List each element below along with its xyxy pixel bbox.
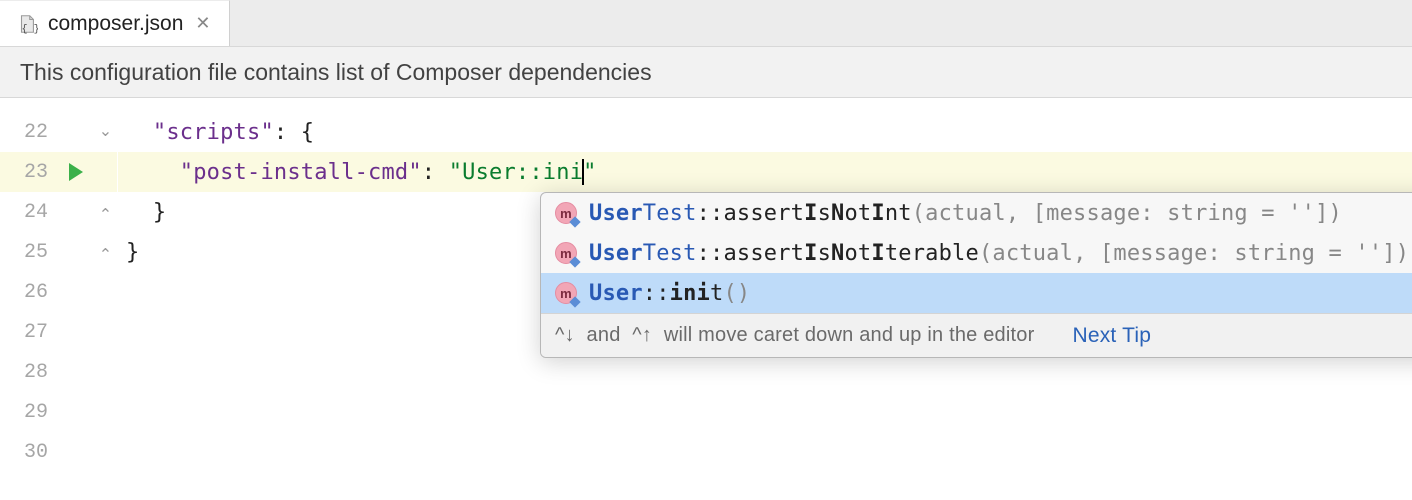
- key-hint: ^↓: [555, 324, 575, 347]
- line-number-partial: 21: [0, 98, 58, 112]
- editor-tab-bar: { } composer.json ✕: [0, 0, 1412, 46]
- line-number: 23: [0, 152, 58, 192]
- svg-text:{ }: { }: [22, 23, 39, 35]
- tab-label: composer.json: [48, 12, 183, 36]
- completion-item[interactable]: m UserTest::assertIsNotIterable(actual, […: [541, 233, 1412, 273]
- fold-end-icon[interactable]: ⌄: [94, 192, 117, 232]
- gutter-marks: [58, 98, 94, 500]
- completion-text: UserTest::assertIsNotInt(actual, [messag…: [589, 201, 1342, 226]
- code-line: [118, 392, 1412, 432]
- fold-toggle-icon[interactable]: ⌄: [94, 112, 117, 152]
- completion-item[interactable]: m UserTest::assertIsNotInt(actual, [messa…: [541, 193, 1412, 233]
- line-number: 27: [0, 312, 58, 352]
- tab-composer-json[interactable]: { } composer.json ✕: [0, 0, 230, 46]
- method-icon: m: [555, 282, 577, 304]
- run-gutter-icon[interactable]: [58, 152, 94, 192]
- close-tab-icon[interactable]: ✕: [193, 13, 212, 34]
- completion-text: UserTest::assertIsNotIterable(actual, [m…: [589, 241, 1409, 266]
- line-number: 22: [0, 112, 58, 152]
- line-number: 25: [0, 232, 58, 272]
- line-number: 24: [0, 192, 58, 232]
- key-hint: ^↑: [632, 324, 652, 347]
- code-line: [118, 98, 1412, 112]
- code-line-active: "post-install-cmd": "User::ini": [118, 152, 1412, 192]
- next-tip-link[interactable]: Next Tip: [1072, 324, 1151, 348]
- line-number: 28: [0, 352, 58, 392]
- code-line: [118, 352, 1412, 392]
- method-icon: m: [555, 242, 577, 264]
- method-icon: m: [555, 202, 577, 224]
- gutter-line-numbers: 21 22 23 24 25 26 27 28 29 30: [0, 98, 58, 500]
- completion-footer: ^↓ and ^↑ will move caret down and up in…: [541, 313, 1412, 357]
- code-line: "scripts": {: [118, 112, 1412, 152]
- completion-item[interactable]: m User::init(): [541, 273, 1412, 313]
- code-area[interactable]: "scripts": { "post-install-cmd": "User::…: [118, 98, 1412, 500]
- code-line: [118, 432, 1412, 472]
- completion-text: User::init(): [589, 281, 750, 306]
- line-number: 26: [0, 272, 58, 312]
- composer-deps-banner: This configuration file contains list of…: [0, 46, 1412, 98]
- code-editor[interactable]: 21 22 23 24 25 26 27 28 29 30 ⌄ ⌄ ⌄: [0, 98, 1412, 500]
- banner-text: This configuration file contains list of…: [20, 59, 652, 86]
- code-completion-popup: m UserTest::assertIsNotInt(actual, [messa…: [540, 192, 1412, 358]
- line-number: 29: [0, 392, 58, 432]
- fold-end-icon[interactable]: ⌄: [94, 232, 117, 272]
- gutter-fold: ⌄ ⌄ ⌄: [94, 98, 118, 500]
- line-number: 30: [0, 432, 58, 472]
- json-file-icon: { }: [16, 13, 38, 35]
